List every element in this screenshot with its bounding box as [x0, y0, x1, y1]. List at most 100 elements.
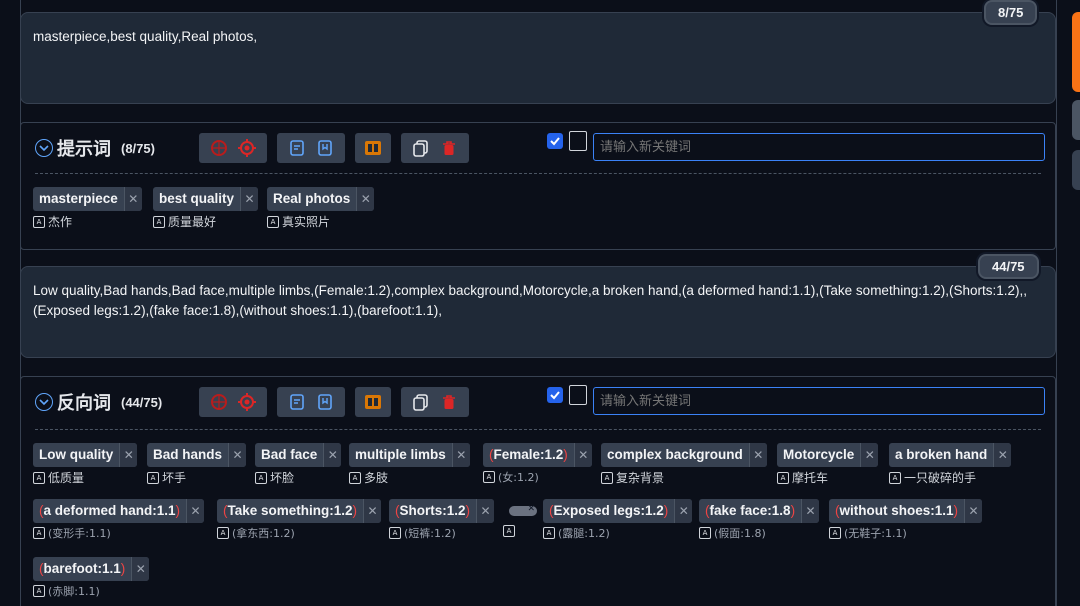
positive-token-counter: 8/75 — [984, 0, 1038, 25]
tag-label[interactable]: masterpiece — [33, 187, 124, 211]
close-icon[interactable]: ✕ — [674, 499, 693, 523]
tag-label[interactable]: multiple limbs — [349, 443, 452, 467]
import-icon[interactable] — [286, 391, 308, 413]
close-icon[interactable]: ✕ — [228, 443, 247, 467]
bracket-close: ) — [352, 503, 358, 518]
tag-item[interactable]: Real photos ✕ A 真实照片 — [267, 187, 375, 230]
tag-item[interactable]: masterpiece ✕ A 杰作 — [33, 187, 142, 230]
tag-label[interactable]: Motorcycle — [777, 443, 860, 467]
tag-label[interactable]: (barefoot:1.1) — [33, 557, 131, 581]
tag-label[interactable]: best quality — [153, 187, 240, 211]
translate-icon[interactable] — [362, 137, 384, 159]
copy-icon[interactable] — [410, 391, 432, 413]
empty-tag-item[interactable]: A — [503, 499, 543, 537]
close-icon[interactable]: ✕ — [964, 499, 983, 523]
tag-item[interactable]: (Take something:1.2) ✕ A (拿东西:1.2) — [217, 499, 382, 541]
tag-item[interactable]: (Female:1.2) ✕ A (女:1.2) — [483, 443, 592, 485]
negative-prompt-textarea[interactable]: Low quality,Bad hands,Bad face,multiple … — [20, 266, 1056, 358]
tag-label-text: barefoot:1.1 — [43, 561, 121, 576]
tag-item[interactable]: Low quality ✕ A 低质量 — [33, 443, 138, 486]
close-icon[interactable]: ✕ — [323, 443, 342, 467]
close-icon[interactable]: ✕ — [860, 443, 879, 467]
import-icon[interactable] — [286, 137, 308, 159]
empty-tag-toggle[interactable] — [509, 503, 537, 516]
tag-label[interactable]: (Take something:1.2) — [217, 499, 363, 523]
tag-label[interactable]: complex background — [601, 443, 749, 467]
trash-icon[interactable] — [438, 391, 460, 413]
close-icon[interactable]: ✕ — [123, 187, 142, 211]
tag-label[interactable]: (a deformed hand:1.1) — [33, 499, 186, 523]
tag-item[interactable]: best quality ✕ A 质量最好 — [153, 187, 259, 230]
tag-label[interactable]: Real photos — [267, 187, 356, 211]
chevron-down-icon[interactable] — [35, 393, 53, 411]
tag-label-text: without shoes:1.1 — [839, 503, 954, 518]
tag-item[interactable]: (Exposed legs:1.2) ✕ A (露腿:1.2) — [543, 499, 693, 541]
tag-item[interactable]: (barefoot:1.1) ✕ A (赤脚:1.1) — [33, 557, 150, 599]
close-icon[interactable]: ✕ — [573, 443, 592, 467]
translate-icon: A — [217, 527, 229, 539]
new-keyword-input[interactable] — [593, 387, 1045, 415]
chevron-down-icon[interactable] — [35, 139, 53, 157]
bracket-toggle-icon[interactable] — [569, 131, 587, 151]
new-keyword-input[interactable] — [593, 133, 1045, 161]
tag-item[interactable]: Bad face ✕ A 坏脸 — [255, 443, 342, 486]
side-tab-orange[interactable] — [1072, 12, 1080, 92]
bookmark-icon[interactable] — [314, 391, 336, 413]
side-tab-gray[interactable] — [1072, 100, 1080, 140]
gear-icon[interactable] — [236, 391, 258, 413]
close-icon[interactable]: ✕ — [186, 499, 205, 523]
tag-item[interactable]: Motorcycle ✕ A 摩托车 — [777, 443, 879, 486]
translate-icon[interactable] — [362, 391, 384, 413]
trash-icon[interactable] — [438, 137, 460, 159]
bracket-close: ) — [663, 503, 669, 518]
decrease-weight-icon[interactable] — [208, 137, 230, 159]
close-icon[interactable]: ✕ — [240, 187, 259, 211]
keyword-checkbox[interactable] — [547, 133, 563, 149]
bracket-toggle-icon[interactable] — [569, 385, 587, 405]
negative-token-counter: 44/75 — [978, 254, 1039, 279]
side-tab-dark[interactable] — [1072, 150, 1080, 190]
gear-icon[interactable] — [236, 137, 258, 159]
translate-icon: A — [601, 471, 613, 484]
keyword-checkbox[interactable] — [547, 387, 563, 403]
tag-item[interactable]: (Shorts:1.2) ✕ A (短裤:1.2) — [389, 499, 495, 541]
panel-right-border — [1056, 0, 1057, 606]
close-icon[interactable]: ✕ — [476, 499, 495, 523]
translate-icon: A — [503, 525, 515, 537]
tag-translation: (露腿:1.2) — [558, 527, 610, 540]
positive-section-header[interactable]: 提示词 (8/75) — [35, 135, 155, 161]
close-icon[interactable]: ✕ — [363, 499, 382, 523]
negative-section-header[interactable]: 反向词 (44/75) — [35, 389, 162, 415]
close-icon[interactable]: ✕ — [993, 443, 1012, 467]
tag-label[interactable]: Low quality — [33, 443, 119, 467]
tag-label[interactable]: Bad hands — [147, 443, 228, 467]
tag-item[interactable]: (fake face:1.8) ✕ A (假面:1.8) — [699, 499, 820, 541]
close-icon[interactable]: ✕ — [119, 443, 138, 467]
tag-item[interactable]: multiple limbs ✕ A 多肢 — [349, 443, 470, 486]
close-icon[interactable]: ✕ — [748, 443, 767, 467]
tag-label[interactable]: (Exposed legs:1.2) — [543, 499, 674, 523]
close-icon[interactable]: ✕ — [451, 443, 470, 467]
tag-label[interactable]: (fake face:1.8) — [699, 499, 801, 523]
tag-item[interactable]: complex background ✕ A 复杂背景 — [601, 443, 767, 486]
tag-label[interactable]: (without shoes:1.1) — [829, 499, 964, 523]
tag-label[interactable]: a broken hand — [889, 443, 993, 467]
tag-translation: 低质量 — [48, 471, 85, 485]
decrease-weight-icon[interactable] — [208, 391, 230, 413]
tag-translation: 一只破碎的手 — [904, 471, 977, 485]
tag-label[interactable]: (Shorts:1.2) — [389, 499, 476, 523]
close-icon[interactable]: ✕ — [131, 557, 150, 581]
tag-item[interactable]: (without shoes:1.1) ✕ A (无鞋子:1.1) — [829, 499, 983, 541]
negative-divider — [35, 429, 1041, 430]
close-icon[interactable]: ✕ — [801, 499, 820, 523]
tag-item[interactable]: Bad hands ✕ A 坏手 — [147, 443, 247, 486]
positive-section-title: 提示词 — [57, 139, 111, 159]
tag-label[interactable]: Bad face — [255, 443, 323, 467]
copy-icon[interactable] — [410, 137, 432, 159]
tag-item[interactable]: (a deformed hand:1.1) ✕ A (变形手:1.1) — [33, 499, 205, 541]
bookmark-icon[interactable] — [314, 137, 336, 159]
tag-item[interactable]: a broken hand ✕ A 一只破碎的手 — [889, 443, 1012, 486]
positive-prompt-textarea[interactable]: masterpiece,best quality,Real photos, — [20, 12, 1056, 104]
close-icon[interactable]: ✕ — [356, 187, 375, 211]
tag-label[interactable]: (Female:1.2) — [483, 443, 574, 467]
